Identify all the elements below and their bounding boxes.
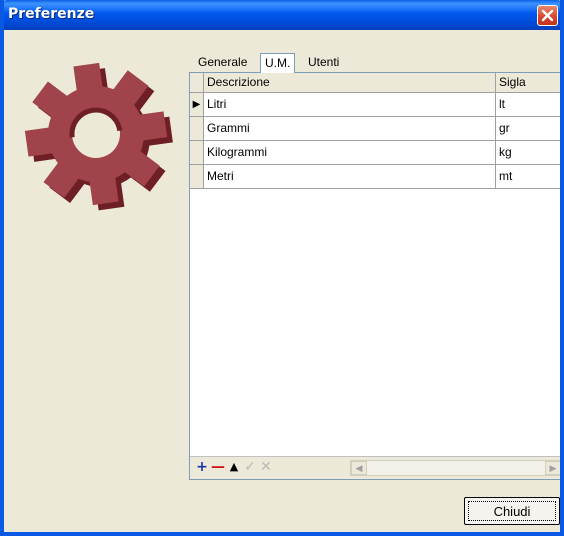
tab-utenti[interactable]: Utenti	[304, 52, 343, 72]
row-indicator	[190, 165, 204, 189]
cell-sigla[interactable]: kg	[496, 141, 560, 165]
grid-navigator: + — ▲ ✓ ✕ ◀ ▶	[190, 456, 560, 479]
cell-descrizione[interactable]: Litri	[204, 93, 496, 117]
horizontal-scrollbar[interactable]: ◀ ▶	[350, 460, 560, 476]
chiudi-button-label: Chiudi	[493, 503, 531, 519]
plus-icon[interactable]: +	[194, 459, 210, 475]
table-row[interactable]: Grammi gr	[190, 117, 560, 141]
table-row[interactable]: Kilogrammi kg	[190, 141, 560, 165]
window-title: Preferenze	[8, 6, 95, 22]
cell-descrizione[interactable]: Kilogrammi	[204, 141, 496, 165]
row-indicator	[190, 117, 204, 141]
cell-descrizione[interactable]: Grammi	[204, 117, 496, 141]
preferences-window: Preferenze Generale U.M. Utenti Descrizi…	[0, 0, 564, 536]
chiudi-button[interactable]: Chiudi	[464, 497, 560, 525]
row-indicator: ▶	[190, 93, 204, 117]
current-row-arrow-icon: ▶	[192, 98, 201, 110]
cell-sigla[interactable]: gr	[496, 117, 560, 141]
units-grid[interactable]: Descrizione Sigla ▶ Litri lt Grammi gr K…	[189, 72, 560, 480]
gear-icon	[24, 62, 173, 211]
triangle-up-icon[interactable]: ▲	[226, 459, 242, 475]
column-header-descrizione[interactable]: Descrizione	[204, 73, 496, 93]
cell-descrizione[interactable]: Metri	[204, 165, 496, 189]
scroll-right-arrow-icon[interactable]: ▶	[545, 461, 560, 475]
cell-sigla[interactable]: mt	[496, 165, 560, 189]
tab-generale[interactable]: Generale	[194, 52, 251, 72]
row-indicator	[190, 141, 204, 165]
check-icon[interactable]: ✓	[242, 459, 258, 475]
x-icon[interactable]: ✕	[258, 459, 274, 475]
column-header-sigla[interactable]: Sigla	[496, 73, 560, 93]
tab-um[interactable]: U.M.	[260, 53, 296, 73]
table-row[interactable]: Metri mt	[190, 165, 560, 189]
row-indicator-header	[190, 73, 204, 93]
scroll-left-arrow-icon[interactable]: ◀	[351, 461, 367, 475]
minus-icon[interactable]: —	[210, 459, 226, 475]
cell-sigla[interactable]: lt	[496, 93, 560, 117]
close-icon	[541, 9, 554, 22]
window-close-button[interactable]	[537, 5, 558, 26]
table-row[interactable]: ▶ Litri lt	[190, 93, 560, 117]
grid-header: Descrizione Sigla	[190, 73, 560, 93]
title-bar[interactable]: Preferenze	[4, 0, 560, 30]
